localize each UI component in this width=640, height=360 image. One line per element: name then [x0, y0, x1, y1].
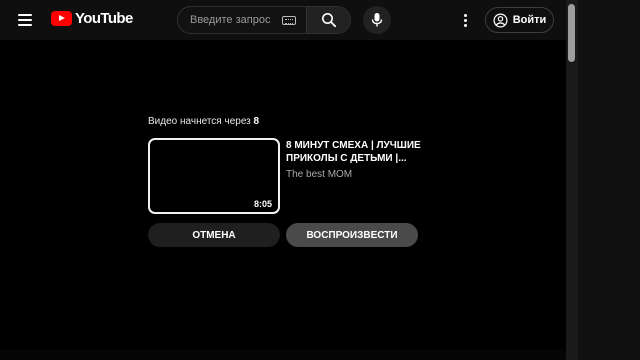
- sign-in-button[interactable]: Войти: [485, 7, 554, 33]
- keyboard-icon[interactable]: [282, 15, 296, 25]
- page-bottom-edge: [0, 349, 566, 360]
- video-duration: 8:05: [253, 199, 272, 209]
- right-margin: [578, 0, 640, 360]
- play-now-button[interactable]: ВОСПРОИЗВЕСТИ: [286, 223, 418, 247]
- search-input[interactable]: [178, 7, 282, 33]
- search-box: [177, 6, 351, 34]
- countdown-prefix: Видео начнется через: [148, 116, 251, 127]
- cancel-button[interactable]: ОТМЕНА: [148, 223, 280, 247]
- next-video-title[interactable]: 8 МИНУТ СМЕХА | ЛУЧШИЕ ПРИКОЛЫ С ДЕТЬМИ …: [286, 139, 426, 165]
- countdown-text: Видео начнется через 8: [148, 116, 259, 127]
- masthead: YouTube Войти: [0, 0, 566, 40]
- youtube-play-icon: [51, 11, 72, 26]
- next-video-thumbnail[interactable]: 8:05: [148, 138, 280, 214]
- more-vert-icon[interactable]: [455, 10, 475, 30]
- microphone-icon: [371, 13, 383, 27]
- account-circle-icon: [493, 13, 508, 27]
- search-button[interactable]: [306, 7, 350, 33]
- voice-search-button[interactable]: [363, 6, 391, 34]
- youtube-logo[interactable]: YouTube: [51, 10, 133, 27]
- scrollbar-thumb[interactable]: [568, 4, 575, 62]
- logo-wordmark: YouTube: [75, 10, 133, 27]
- sign-in-label: Войти: [512, 14, 547, 26]
- hamburger-menu-icon[interactable]: [12, 8, 38, 32]
- countdown-seconds: 8: [253, 116, 260, 127]
- search-icon: [321, 13, 336, 28]
- channel-name[interactable]: The best MOM: [286, 169, 352, 180]
